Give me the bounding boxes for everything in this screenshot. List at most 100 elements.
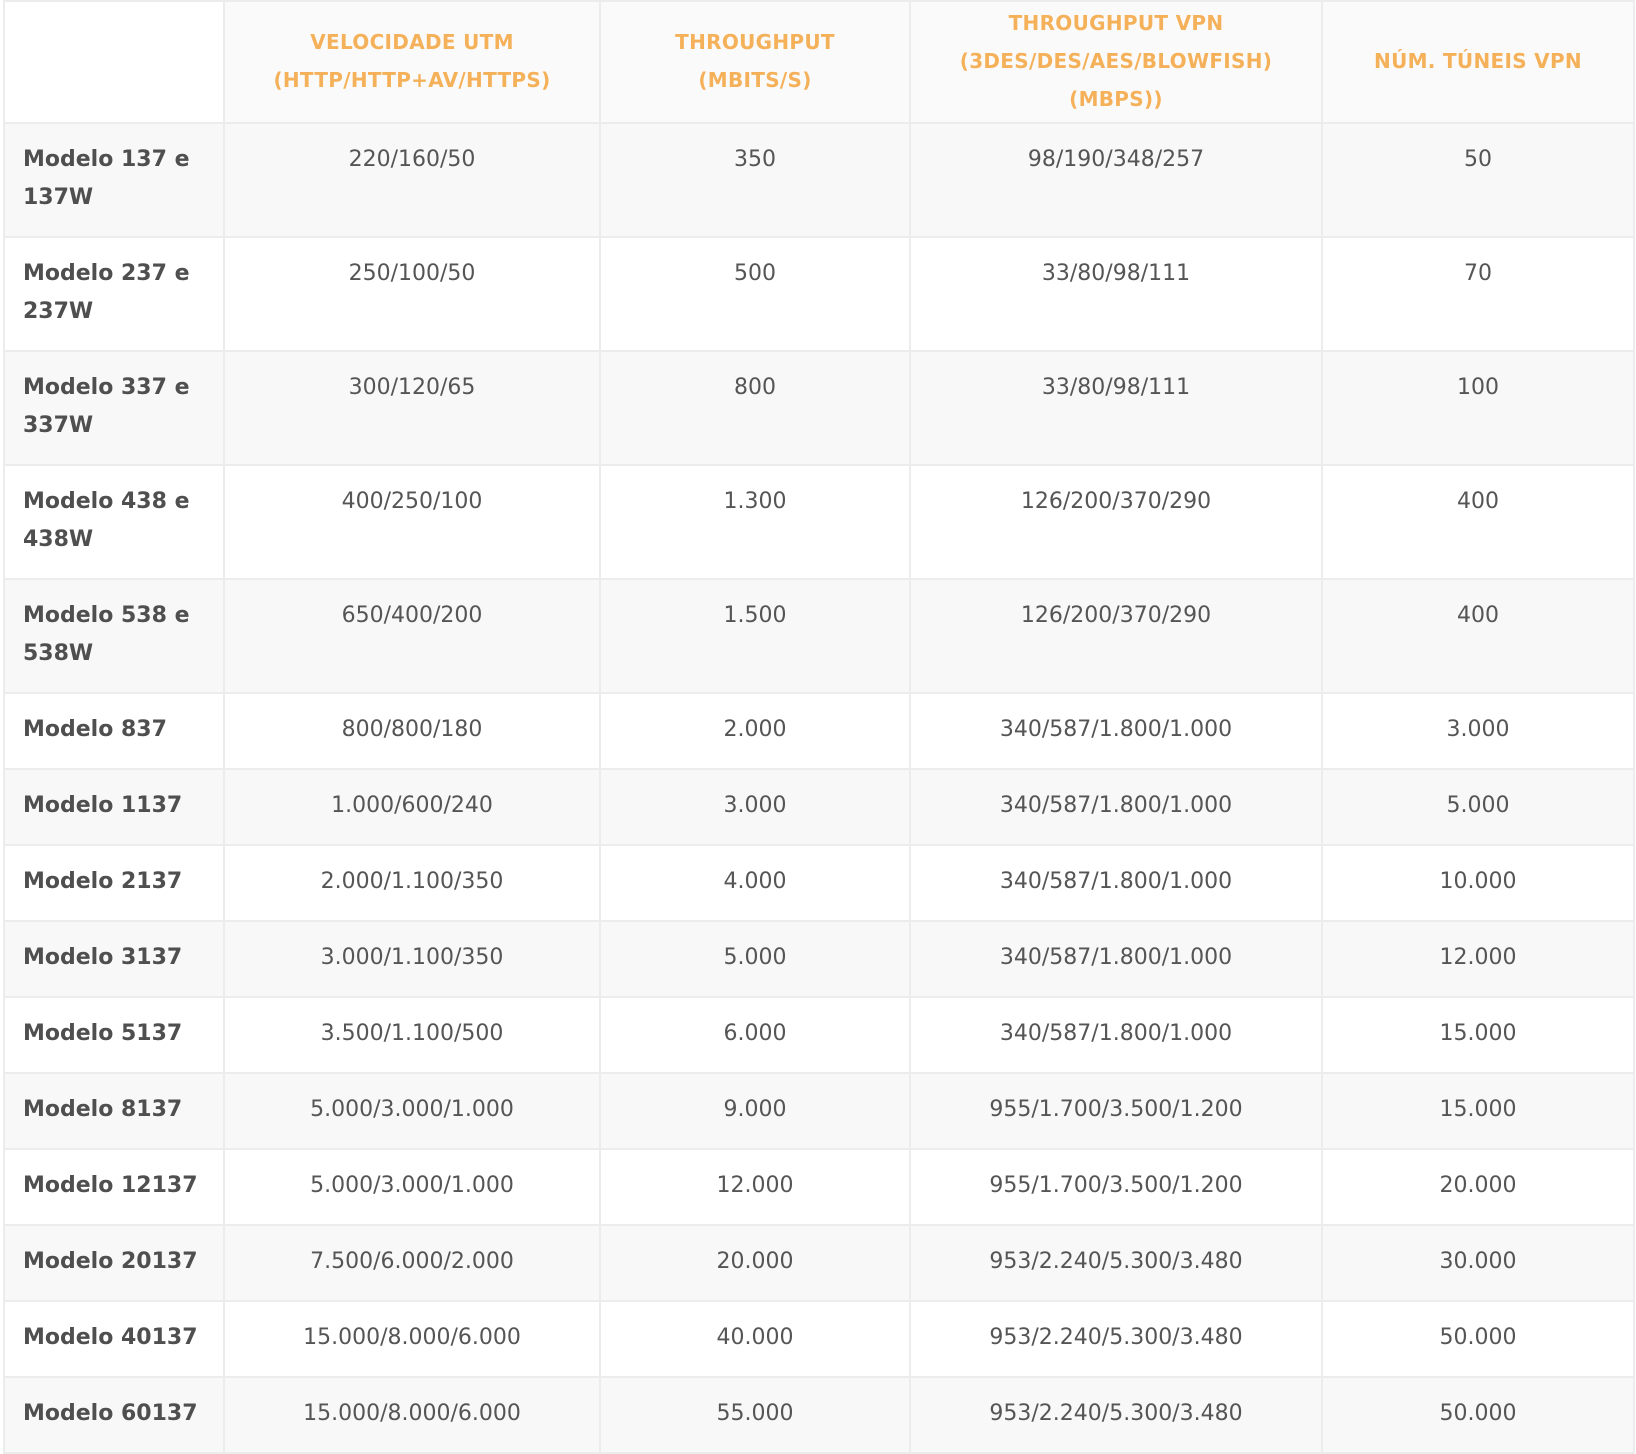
specs-table: VELOCIDADE UTM (HTTP/HTTP+AV/HTTPS) THRO…	[3, 0, 1635, 1454]
throughput-cell: 5.000	[599, 920, 911, 998]
utm-speed-cell: 7.500/6.000/2.000	[223, 1224, 601, 1302]
vpn-tunnels-cell: 12.000	[1321, 920, 1635, 998]
utm-speed-cell: 15.000/8.000/6.000	[223, 1376, 601, 1454]
utm-speed-cell: 5.000/3.000/1.000	[223, 1072, 601, 1150]
model-cell: Modelo 837	[3, 692, 225, 770]
header-cell-throughput: THROUGHPUT (MBITS/S)	[599, 0, 911, 124]
utm-speed-cell: 3.500/1.100/500	[223, 996, 601, 1074]
model-cell: Modelo 5137	[3, 996, 225, 1074]
header-row: VELOCIDADE UTM (HTTP/HTTP+AV/HTTPS) THRO…	[3, 0, 1635, 124]
throughput-cell: 500	[599, 236, 911, 352]
table-row: Modelo 2137 2.000/1.100/350 4.000 340/58…	[3, 844, 1635, 922]
vpn-throughput-cell: 955/1.700/3.500/1.200	[909, 1072, 1323, 1150]
utm-speed-cell: 15.000/8.000/6.000	[223, 1300, 601, 1378]
throughput-cell: 2.000	[599, 692, 911, 770]
throughput-cell: 800	[599, 350, 911, 466]
vpn-tunnels-cell: 10.000	[1321, 844, 1635, 922]
table-row: Modelo 5137 3.500/1.100/500 6.000 340/58…	[3, 996, 1635, 1074]
throughput-cell: 55.000	[599, 1376, 911, 1454]
vpn-throughput-cell: 340/587/1.800/1.000	[909, 920, 1323, 998]
vpn-tunnels-cell: 15.000	[1321, 1072, 1635, 1150]
vpn-throughput-cell: 33/80/98/111	[909, 350, 1323, 466]
vpn-tunnels-cell: 50.000	[1321, 1376, 1635, 1454]
utm-speed-cell: 3.000/1.100/350	[223, 920, 601, 998]
table-row: Modelo 40137 15.000/8.000/6.000 40.000 9…	[3, 1300, 1635, 1378]
vpn-throughput-cell: 126/200/370/290	[909, 464, 1323, 580]
throughput-cell: 12.000	[599, 1148, 911, 1226]
model-cell: Modelo 237 e 237W	[3, 236, 225, 352]
model-cell: Modelo 1137	[3, 768, 225, 846]
throughput-cell: 1.300	[599, 464, 911, 580]
header-cell-vpn-throughput: THROUGHPUT VPN (3DES/DES/AES/BLOWFISH)(M…	[909, 0, 1323, 124]
vpn-throughput-cell: 953/2.240/5.300/3.480	[909, 1224, 1323, 1302]
model-cell: Modelo 2137	[3, 844, 225, 922]
table-row: Modelo 20137 7.500/6.000/2.000 20.000 95…	[3, 1224, 1635, 1302]
table-body: Modelo 137 e 137W 220/160/50 350 98/190/…	[3, 122, 1635, 1454]
model-cell: Modelo 337 e 337W	[3, 350, 225, 466]
model-cell: Modelo 12137	[3, 1148, 225, 1226]
table-row: Modelo 1137 1.000/600/240 3.000 340/587/…	[3, 768, 1635, 846]
vpn-tunnels-cell: 15.000	[1321, 996, 1635, 1074]
specs-table-container: VELOCIDADE UTM (HTTP/HTTP+AV/HTTPS) THRO…	[3, 0, 1635, 1454]
table-row: Modelo 837 800/800/180 2.000 340/587/1.8…	[3, 692, 1635, 770]
vpn-tunnels-cell: 70	[1321, 236, 1635, 352]
throughput-cell: 40.000	[599, 1300, 911, 1378]
utm-speed-cell: 220/160/50	[223, 122, 601, 238]
vpn-tunnels-cell: 5.000	[1321, 768, 1635, 846]
model-cell: Modelo 438 e 438W	[3, 464, 225, 580]
vpn-tunnels-cell: 400	[1321, 578, 1635, 694]
vpn-throughput-cell: 953/2.240/5.300/3.480	[909, 1300, 1323, 1378]
vpn-throughput-cell: 126/200/370/290	[909, 578, 1323, 694]
vpn-throughput-cell: 33/80/98/111	[909, 236, 1323, 352]
table-row: Modelo 438 e 438W 400/250/100 1.300 126/…	[3, 464, 1635, 580]
utm-speed-cell: 800/800/180	[223, 692, 601, 770]
model-cell: Modelo 20137	[3, 1224, 225, 1302]
model-cell: Modelo 8137	[3, 1072, 225, 1150]
model-cell: Modelo 60137	[3, 1376, 225, 1454]
table-row: Modelo 12137 5.000/3.000/1.000 12.000 95…	[3, 1148, 1635, 1226]
header-cell-vpn-tunnels: NÚM. TÚNEIS VPN	[1321, 0, 1635, 124]
utm-speed-cell: 400/250/100	[223, 464, 601, 580]
throughput-cell: 9.000	[599, 1072, 911, 1150]
vpn-tunnels-cell: 50	[1321, 122, 1635, 238]
throughput-cell: 1.500	[599, 578, 911, 694]
vpn-throughput-cell: 340/587/1.800/1.000	[909, 844, 1323, 922]
model-cell: Modelo 137 e 137W	[3, 122, 225, 238]
table-row: Modelo 538 e 538W 650/400/200 1.500 126/…	[3, 578, 1635, 694]
table-row: Modelo 3137 3.000/1.100/350 5.000 340/58…	[3, 920, 1635, 998]
throughput-cell: 20.000	[599, 1224, 911, 1302]
utm-speed-cell: 1.000/600/240	[223, 768, 601, 846]
vpn-tunnels-cell: 30.000	[1321, 1224, 1635, 1302]
vpn-tunnels-cell: 100	[1321, 350, 1635, 466]
model-cell: Modelo 538 e 538W	[3, 578, 225, 694]
table-row: Modelo 8137 5.000/3.000/1.000 9.000 955/…	[3, 1072, 1635, 1150]
throughput-cell: 4.000	[599, 844, 911, 922]
utm-speed-cell: 250/100/50	[223, 236, 601, 352]
utm-speed-cell: 650/400/200	[223, 578, 601, 694]
vpn-throughput-cell: 340/587/1.800/1.000	[909, 768, 1323, 846]
vpn-throughput-cell: 98/190/348/257	[909, 122, 1323, 238]
vpn-tunnels-cell: 20.000	[1321, 1148, 1635, 1226]
throughput-cell: 3.000	[599, 768, 911, 846]
model-cell: Modelo 3137	[3, 920, 225, 998]
table-row: Modelo 60137 15.000/8.000/6.000 55.000 9…	[3, 1376, 1635, 1454]
utm-speed-cell: 2.000/1.100/350	[223, 844, 601, 922]
header-cell-model	[3, 0, 225, 124]
vpn-tunnels-cell: 400	[1321, 464, 1635, 580]
vpn-throughput-cell: 953/2.240/5.300/3.480	[909, 1376, 1323, 1454]
table-header: VELOCIDADE UTM (HTTP/HTTP+AV/HTTPS) THRO…	[3, 0, 1635, 124]
table-row: Modelo 337 e 337W 300/120/65 800 33/80/9…	[3, 350, 1635, 466]
vpn-tunnels-cell: 50.000	[1321, 1300, 1635, 1378]
vpn-throughput-cell: 340/587/1.800/1.000	[909, 996, 1323, 1074]
throughput-cell: 6.000	[599, 996, 911, 1074]
vpn-throughput-cell: 340/587/1.800/1.000	[909, 692, 1323, 770]
vpn-throughput-cell: 955/1.700/3.500/1.200	[909, 1148, 1323, 1226]
header-cell-utm-speed: VELOCIDADE UTM (HTTP/HTTP+AV/HTTPS)	[223, 0, 601, 124]
model-cell: Modelo 40137	[3, 1300, 225, 1378]
vpn-tunnels-cell: 3.000	[1321, 692, 1635, 770]
utm-speed-cell: 300/120/65	[223, 350, 601, 466]
throughput-cell: 350	[599, 122, 911, 238]
table-row: Modelo 237 e 237W 250/100/50 500 33/80/9…	[3, 236, 1635, 352]
utm-speed-cell: 5.000/3.000/1.000	[223, 1148, 601, 1226]
table-row: Modelo 137 e 137W 220/160/50 350 98/190/…	[3, 122, 1635, 238]
